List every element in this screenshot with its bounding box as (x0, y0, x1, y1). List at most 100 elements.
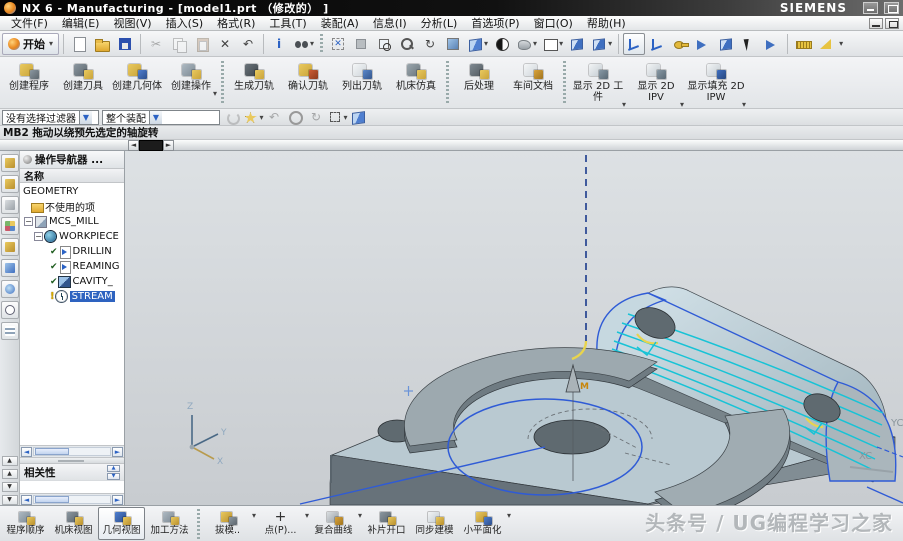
postprocess-button[interactable]: 后处理 (452, 58, 506, 107)
view-program-order-button[interactable]: 程序顺序 (2, 507, 49, 540)
menu-information[interactable]: 信息(I) (366, 15, 414, 31)
deselect-all-button[interactable] (286, 110, 304, 125)
show-filled-2d-ipw-button[interactable]: 显示填充 2D IPW▾ (685, 58, 747, 107)
create-tool-button[interactable]: 创建刀具 (56, 58, 110, 107)
rotate-view-button[interactable]: ↻ (419, 33, 441, 55)
draft-button[interactable]: 拔模.. (204, 507, 251, 540)
part-navigator-button[interactable] (1, 196, 19, 214)
pan-view-button[interactable] (442, 33, 464, 55)
snap-point-button[interactable] (669, 33, 691, 55)
undo-button[interactable]: ↶ (237, 33, 259, 55)
point-button[interactable]: +点(P)... (257, 507, 304, 540)
shop-documentation-button[interactable]: 车间文档 (506, 58, 560, 107)
start-button[interactable]: 开始 ▾ (2, 33, 59, 55)
scroll-thumb[interactable] (139, 140, 163, 151)
tree-row-workpiece[interactable]: − WORKPIECE (20, 229, 124, 244)
facet-body-button[interactable]: 小平面化 (459, 507, 506, 540)
menu-preferences[interactable]: 首选项(P) (464, 15, 526, 31)
orient-view-button[interactable] (566, 33, 588, 55)
view-geometry-button[interactable]: 几何视图 (98, 507, 145, 540)
resource-dock-button[interactable]: ▼ (2, 495, 18, 505)
toolbar-overflow-icon[interactable]: ▾ (839, 39, 843, 48)
tree-row-reaming[interactable]: ✔ REAMING (20, 259, 124, 274)
scroll-right-icon[interactable]: ► (112, 495, 123, 505)
new-part-button[interactable] (68, 33, 90, 55)
render-style-button[interactable] (491, 33, 513, 55)
menu-file[interactable]: 文件(F) (4, 15, 55, 31)
document-minimize-button[interactable] (869, 18, 883, 29)
menu-insert[interactable]: 插入(S) (159, 15, 211, 31)
chevron-down-icon[interactable]: ▾ (507, 511, 511, 520)
scroll-right-icon[interactable]: ► (163, 140, 174, 151)
create-geometry-button[interactable]: 创建几何体 (110, 58, 164, 107)
menu-analysis[interactable]: 分析(L) (414, 15, 465, 31)
patch-opening-button[interactable]: 补片开口 (363, 507, 410, 540)
scroll-thumb[interactable] (35, 496, 69, 503)
resource-pin-button[interactable]: ▲ (2, 469, 18, 479)
assembly-navigator-button[interactable] (1, 154, 19, 172)
scroll-left-icon[interactable]: ◄ (21, 495, 32, 505)
operation-navigator-button[interactable] (1, 238, 19, 256)
menu-help[interactable]: 帮助(H) (580, 15, 633, 31)
collapse-expander-icon[interactable]: − (34, 232, 43, 241)
chevron-down-icon[interactable]: ▾ (358, 511, 362, 520)
resource-scroll-down-button[interactable]: ▼ (2, 482, 18, 492)
rectangle-select-button[interactable]: ▾ (328, 110, 346, 125)
create-operation-button[interactable]: 创建操作▾ (164, 58, 218, 107)
open-button[interactable] (91, 33, 113, 55)
shaded-solid-filter-button[interactable] (349, 110, 367, 125)
previous-selection-button[interactable]: ↶ (265, 110, 283, 125)
snap-point-toggle-button[interactable]: ▾ (244, 110, 262, 125)
zoom-button[interactable] (396, 33, 418, 55)
delete-button[interactable]: ✕ (214, 33, 236, 55)
prompt-scrollbar[interactable]: ◄ ► (128, 140, 174, 151)
measure-angle-button[interactable] (815, 33, 837, 55)
list-toolpath-button[interactable]: 列出刀轨 (335, 58, 389, 107)
scroll-left-icon[interactable]: ◄ (21, 447, 32, 457)
collapse-expander-icon[interactable]: − (24, 217, 33, 226)
show-2d-ipv-button[interactable]: 显示 2D IPV▾ (627, 58, 685, 107)
dependencies-expand-up-button[interactable]: ▲ (107, 465, 120, 472)
scroll-left-icon[interactable]: ◄ (128, 140, 139, 151)
generate-toolpath-button[interactable]: 生成刀轨 (227, 58, 281, 107)
machine-simulate-button[interactable]: 机床仿真 (389, 58, 443, 107)
resource-scroll-up-button[interactable]: ▲ (2, 456, 18, 466)
viewport-canvas[interactable]: XC YC M (125, 151, 903, 505)
machining-wizards-button[interactable] (1, 259, 19, 277)
dependencies-header[interactable]: 相关性 ▲ ▼ (20, 463, 124, 480)
command-finder-button[interactable]: ▾ (291, 33, 316, 55)
measure-distance-button[interactable] (792, 33, 814, 55)
tree-row-mcs-mill[interactable]: − MCS_MILL (20, 214, 124, 229)
tree-row-geometry[interactable]: GEOMETRY (20, 184, 124, 199)
create-program-button[interactable]: 创建程序 (2, 58, 56, 107)
web-browser-button[interactable] (1, 280, 19, 298)
dependencies-horizontal-scrollbar[interactable]: ◄ ► (20, 493, 124, 505)
selection-scope-dropdown[interactable]: 整个装配 ▼ (102, 110, 220, 125)
window-restore-button[interactable] (884, 2, 899, 14)
navigator-header[interactable]: 操作导航器 ... (20, 151, 124, 169)
highlight-selection-button[interactable] (223, 110, 241, 125)
menu-tools[interactable]: 工具(T) (262, 15, 313, 31)
select-cursor-button[interactable] (738, 33, 760, 55)
tree-row-cavity-mill[interactable]: ✔ CAVITY_ (20, 274, 124, 289)
move-object-button[interactable] (715, 33, 737, 55)
selection-filter-dropdown[interactable]: 没有选择过滤器 ▼ (2, 110, 99, 125)
copy-button[interactable] (168, 33, 190, 55)
fill-view-button[interactable] (350, 33, 372, 55)
chevron-down-icon[interactable]: ▾ (252, 511, 256, 520)
fit-view-button[interactable] (327, 33, 349, 55)
view-machining-method-button[interactable]: 加工方法 (146, 507, 193, 540)
cut-button[interactable]: ✂ (145, 33, 167, 55)
tree-row-streamline[interactable]: ! STREAM (20, 289, 124, 304)
menu-edit[interactable]: 编辑(E) (55, 15, 107, 31)
panel-splitter[interactable] (20, 457, 124, 463)
reuse-library-button[interactable] (1, 217, 19, 235)
quick-pick-button[interactable] (761, 33, 783, 55)
chevron-down-icon[interactable]: ▾ (305, 511, 309, 520)
view-machine-tool-button[interactable]: 机床视图 (50, 507, 97, 540)
window-minimize-button[interactable] (863, 2, 878, 14)
shaded-display-button[interactable]: ▾ (465, 33, 490, 55)
scroll-thumb[interactable] (35, 448, 69, 455)
history-button[interactable] (1, 301, 19, 319)
selection-information-button[interactable]: i (268, 33, 290, 55)
